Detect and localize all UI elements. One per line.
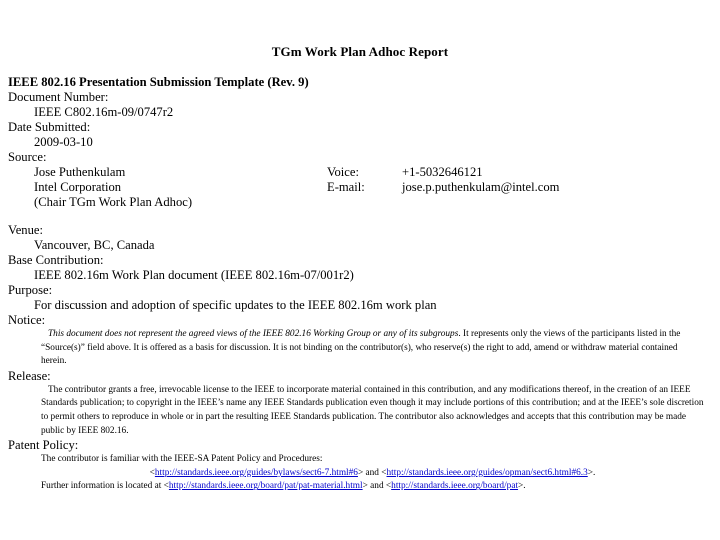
notice-paragraph: This document does not represent the agr… <box>8 328 712 369</box>
document-page: TGm Work Plan Adhoc Report IEEE 802.16 P… <box>0 0 720 540</box>
source-voice-value: +1-5032646121 <box>402 165 483 179</box>
purpose-value: For discussion and adoption of specific … <box>34 298 437 312</box>
base-contribution-label: Base Contribution: <box>8 253 104 267</box>
patent-policy-opman-link[interactable]: http://standards.ieee.org/guides/opman/s… <box>387 468 588 478</box>
source-email-value: jose.p.puthenkulam@intel.com <box>402 180 560 194</box>
bracket-and: > and < <box>357 467 387 478</box>
venue-value: Vancouver, BC, Canada <box>34 238 155 252</box>
source-contact-table: Jose Puthenkulam Voice: +1-5032646121 In… <box>8 165 712 210</box>
patent-policy-further-line: Further information is located at <http:… <box>8 480 712 494</box>
source-role-name: (Chair TGm Work Plan Adhoc) <box>34 195 193 209</box>
further-info-prefix: Further information is located at < <box>41 481 169 492</box>
notice-italic-text: This document does not represent the agr… <box>48 329 459 339</box>
document-number-label: Document Number: <box>8 90 109 104</box>
source-email-label: E-mail: <box>327 180 365 194</box>
further-info-end: >. <box>518 481 526 492</box>
base-contribution-value: IEEE 802.16m Work Plan document (IEEE 80… <box>34 268 354 282</box>
source-row: Jose Puthenkulam Voice: +1-5032646121 <box>8 165 712 180</box>
submission-details-block: IEEE 802.16 Presentation Submission Temp… <box>8 75 712 494</box>
source-row: Intel Corporation E-mail: jose.p.puthenk… <box>8 180 712 195</box>
date-submitted-value: 2009-03-10 <box>34 135 93 149</box>
further-info-mid: > and < <box>362 481 392 492</box>
patent-board-link[interactable]: http://standards.ieee.org/board/pat <box>391 481 518 491</box>
source-contact-name: Jose Puthenkulam <box>34 165 126 179</box>
patent-policy-label: Patent Policy: <box>8 438 79 453</box>
template-heading: IEEE 802.16 Presentation Submission Temp… <box>8 75 309 89</box>
patent-policy-intro: The contributor is familiar with the IEE… <box>41 454 323 465</box>
patent-policy-link-line: <http://standards.ieee.org/guides/bylaws… <box>8 467 712 481</box>
venue-label: Venue: <box>8 223 43 237</box>
source-company-name: Intel Corporation <box>34 180 122 194</box>
patent-policy-bylaws-link[interactable]: http://standards.ieee.org/guides/bylaws/… <box>155 468 358 478</box>
bracket-close: >. <box>587 467 596 478</box>
date-submitted-label: Date Submitted: <box>8 120 91 134</box>
page-title: TGm Work Plan Adhoc Report <box>271 44 449 59</box>
document-number-value: IEEE C802.16m-09/0747r2 <box>34 105 174 119</box>
release-label: Release: <box>8 368 51 383</box>
patent-material-link[interactable]: http://standards.ieee.org/board/pat/pat-… <box>169 481 363 491</box>
source-label: Source: <box>8 150 47 164</box>
purpose-label: Purpose: <box>8 283 53 297</box>
notice-label: Notice: <box>8 313 46 327</box>
release-paragraph: The contributor grants a free, irrevocab… <box>41 384 704 436</box>
source-voice-label: Voice: <box>327 165 359 179</box>
source-row: (Chair TGm Work Plan Adhoc) <box>8 195 712 210</box>
